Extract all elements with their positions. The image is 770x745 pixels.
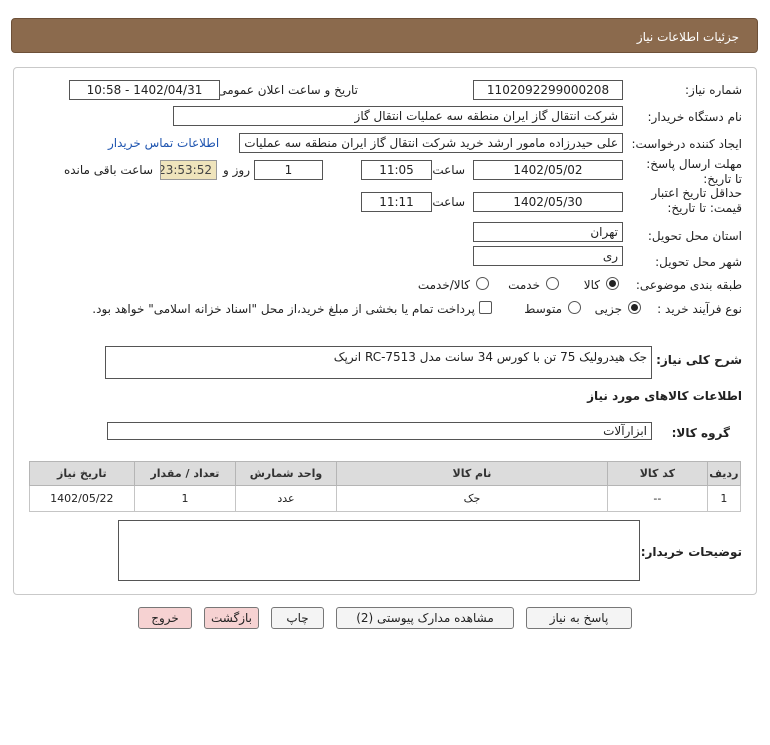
buyer-notes-label: توضیحات خریدار: [640, 545, 742, 559]
city-label: شهر محل تحویل: [655, 255, 742, 269]
view-attachments-button[interactable]: مشاهده مدارک پیوستی (2) [336, 607, 514, 629]
validity-time-value: 11:11 [361, 192, 432, 212]
validity-date-value: 1402/05/30 [473, 192, 623, 212]
buyer-org-label: نام دستگاه خریدار: [647, 110, 743, 124]
goods-group-value: ابزارآلات [107, 422, 652, 440]
col-code-header: کد کالا [607, 461, 708, 486]
goods-table: ردیف کد کالا نام کالا واحد شمارش تعداد /… [29, 461, 742, 512]
validity-time-label: ساعت [432, 195, 465, 209]
reply-time-label: ساعت [432, 163, 465, 177]
cell-qty: 1 [133, 485, 237, 512]
category-radio-goods-service[interactable] [476, 277, 489, 290]
remaining-timer-value: 23:53:52 [160, 160, 217, 180]
category-option-service: خدمت [508, 278, 540, 292]
back-button[interactable]: بازگشت [204, 607, 259, 629]
page-header: جزئیات اطلاعات نیاز [11, 18, 758, 53]
need-number-label: شماره نیاز: [685, 83, 742, 97]
price-validity-label: حداقل تاریخ اعتبار قیمت: تا تاریخ: [651, 186, 742, 215]
col-date-header: تاریخ نیاز [29, 461, 135, 486]
requester-value: علی حیدرزاده مامور ارشد خرید شرکت انتقال… [239, 133, 623, 153]
category-radio-service[interactable] [546, 277, 559, 290]
remaining-label: ساعت باقی مانده [63, 163, 153, 177]
table-row: 1 -- جک عدد 1 1402/05/22 [29, 485, 742, 512]
announce-datetime-label: تاریخ و ساعت اعلان عمومی: [213, 83, 358, 97]
need-desc-value: جک هیدرولیک 75 تن با کورس 34 سانت مدل RC… [105, 346, 652, 379]
col-name-header: نام کالا [335, 461, 609, 486]
col-row-header: ردیف [706, 461, 742, 486]
col-unit-header: واحد شمارش [235, 461, 337, 486]
goods-group-label: گروه کالا: [671, 426, 730, 440]
reply-deadline-label: مهلت ارسال پاسخ: تا تاریخ: [646, 157, 742, 186]
cell-name: جک [335, 485, 609, 512]
purchase-radio-minor[interactable] [628, 301, 641, 314]
requester-label: ایجاد کننده درخواست: [631, 137, 742, 151]
category-radio-goods[interactable] [606, 277, 619, 290]
cell-unit: عدد [235, 485, 337, 512]
purchase-type-label: نوع فرآیند خرید : [657, 302, 742, 316]
cell-date: 1402/05/22 [29, 485, 135, 512]
buyer-org-value: شرکت انتقال گاز ایران منطقه سه عملیات ان… [173, 106, 623, 126]
day-and-label: روز و [223, 163, 250, 177]
payment-note: پرداخت تمام یا بخشی از مبلغ خرید،از محل … [92, 302, 475, 316]
buyer-contact-link[interactable]: اطلاعات تماس خریدار [108, 136, 219, 150]
reply-date-value: 1402/05/02 [473, 160, 623, 180]
treasury-bonds-checkbox[interactable] [479, 301, 492, 314]
goods-info-heading: اطلاعات کالاهای مورد نیاز [587, 389, 742, 403]
page-title: جزئیات اطلاعات نیاز [636, 30, 739, 44]
cell-code: -- [607, 485, 708, 512]
reply-time-value: 11:05 [361, 160, 432, 180]
announce-datetime-value: 1402/04/31 - 10:58 [69, 80, 220, 100]
category-option-goods-service: کالا/خدمت [417, 278, 470, 292]
need-number-value: 1102092299000208 [473, 80, 623, 100]
purchase-radio-medium[interactable] [568, 301, 581, 314]
need-desc-label: شرح کلی نیاز: [656, 353, 742, 367]
cell-row: 1 [706, 485, 742, 512]
province-value: تهران [473, 222, 623, 242]
col-qty-header: تعداد / مقدار [133, 461, 237, 486]
province-label: استان محل تحویل: [647, 229, 742, 243]
purchase-option-minor: جزیی [594, 302, 622, 316]
purchase-option-medium: متوسط [524, 302, 562, 316]
reply-days-value: 1 [254, 160, 323, 180]
buyer-notes-value [118, 520, 640, 581]
goods-table-header-row: ردیف کد کالا نام کالا واحد شمارش تعداد /… [29, 461, 742, 486]
exit-button[interactable]: خروج [138, 607, 192, 629]
category-label: طبقه بندی موضوعی: [635, 278, 742, 292]
reply-to-need-button[interactable]: پاسخ به نیاز [526, 607, 632, 629]
category-option-goods: کالا [583, 278, 600, 292]
need-details-page: جزئیات اطلاعات نیاز شماره نیاز: 11020922… [0, 0, 770, 745]
print-button[interactable]: چاپ [271, 607, 324, 629]
city-value: ری [473, 246, 623, 266]
